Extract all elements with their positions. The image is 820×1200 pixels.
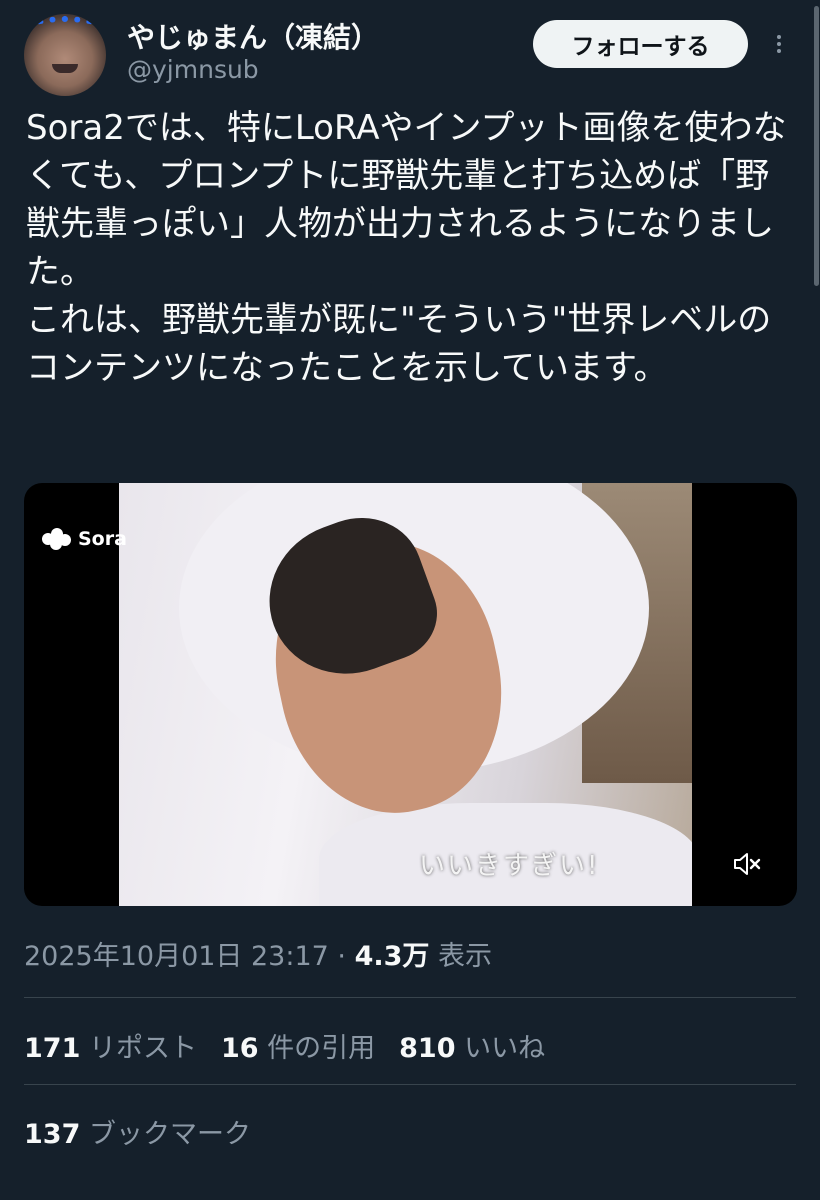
follow-button[interactable]: フォローする: [533, 20, 748, 68]
views-label: 表示: [438, 941, 493, 972]
reposts-stat[interactable]: 171 リポスト: [24, 1033, 197, 1064]
bookmarks-label: ブックマーク: [88, 1119, 251, 1150]
meta-separator: ·: [328, 941, 355, 972]
quotes-count: 16: [220, 1033, 259, 1064]
reposts-count: 171: [24, 1033, 81, 1064]
likes-stat[interactable]: 810 いいね: [399, 1033, 545, 1064]
likes-count: 810: [399, 1033, 456, 1064]
author-display-name[interactable]: やじゅまん（凍結）: [127, 16, 379, 56]
avatar-face-icon: [30, 16, 100, 42]
sora-watermark: Sora: [42, 528, 127, 550]
speaker-muted-icon[interactable]: [732, 852, 762, 876]
scrollbar[interactable]: [812, 0, 820, 290]
avatar-mouth: [52, 64, 78, 73]
tweet-header: やじゅまん（凍結） @yjmnsub フォローする: [24, 12, 796, 96]
quotes-label: 件の引用: [267, 1033, 376, 1064]
tweet-timestamp[interactable]: 2025年10月01日 23:17: [24, 941, 329, 972]
divider: [24, 1084, 796, 1085]
author-handle[interactable]: @yjmnsub: [127, 55, 259, 84]
divider: [24, 997, 796, 998]
bookmarks-count: 137: [24, 1119, 81, 1150]
bookmarks-stat[interactable]: 137 ブックマーク: [24, 1112, 251, 1151]
sora-logo-icon: [42, 528, 72, 550]
video-player[interactable]: いいきすぎい! Sora: [24, 483, 797, 906]
views-count: 4.3万: [354, 941, 430, 972]
sora-watermark-label: Sora: [78, 528, 127, 550]
quotes-stat[interactable]: 16 件の引用: [221, 1033, 375, 1064]
avatar[interactable]: [24, 14, 106, 96]
video-subtitle: いいきすぎい!: [419, 851, 600, 881]
tweet-text: Sora2では、特にLoRAやインプット画像を使わなくても、プロンプトに野獣先輩…: [26, 108, 787, 388]
engagement-stats: 171 リポスト 16 件の引用 810 いいね: [24, 1026, 545, 1065]
scrollbar-thumb[interactable]: [814, 6, 819, 286]
reposts-label: リポスト: [88, 1033, 197, 1064]
likes-label: いいね: [464, 1033, 546, 1064]
tweet-meta: 2025年10月01日 23:17 · 4.3万 表示: [24, 934, 492, 973]
video-frame[interactable]: いいきすぎい!: [119, 483, 692, 906]
more-vertical-icon[interactable]: [772, 32, 786, 62]
